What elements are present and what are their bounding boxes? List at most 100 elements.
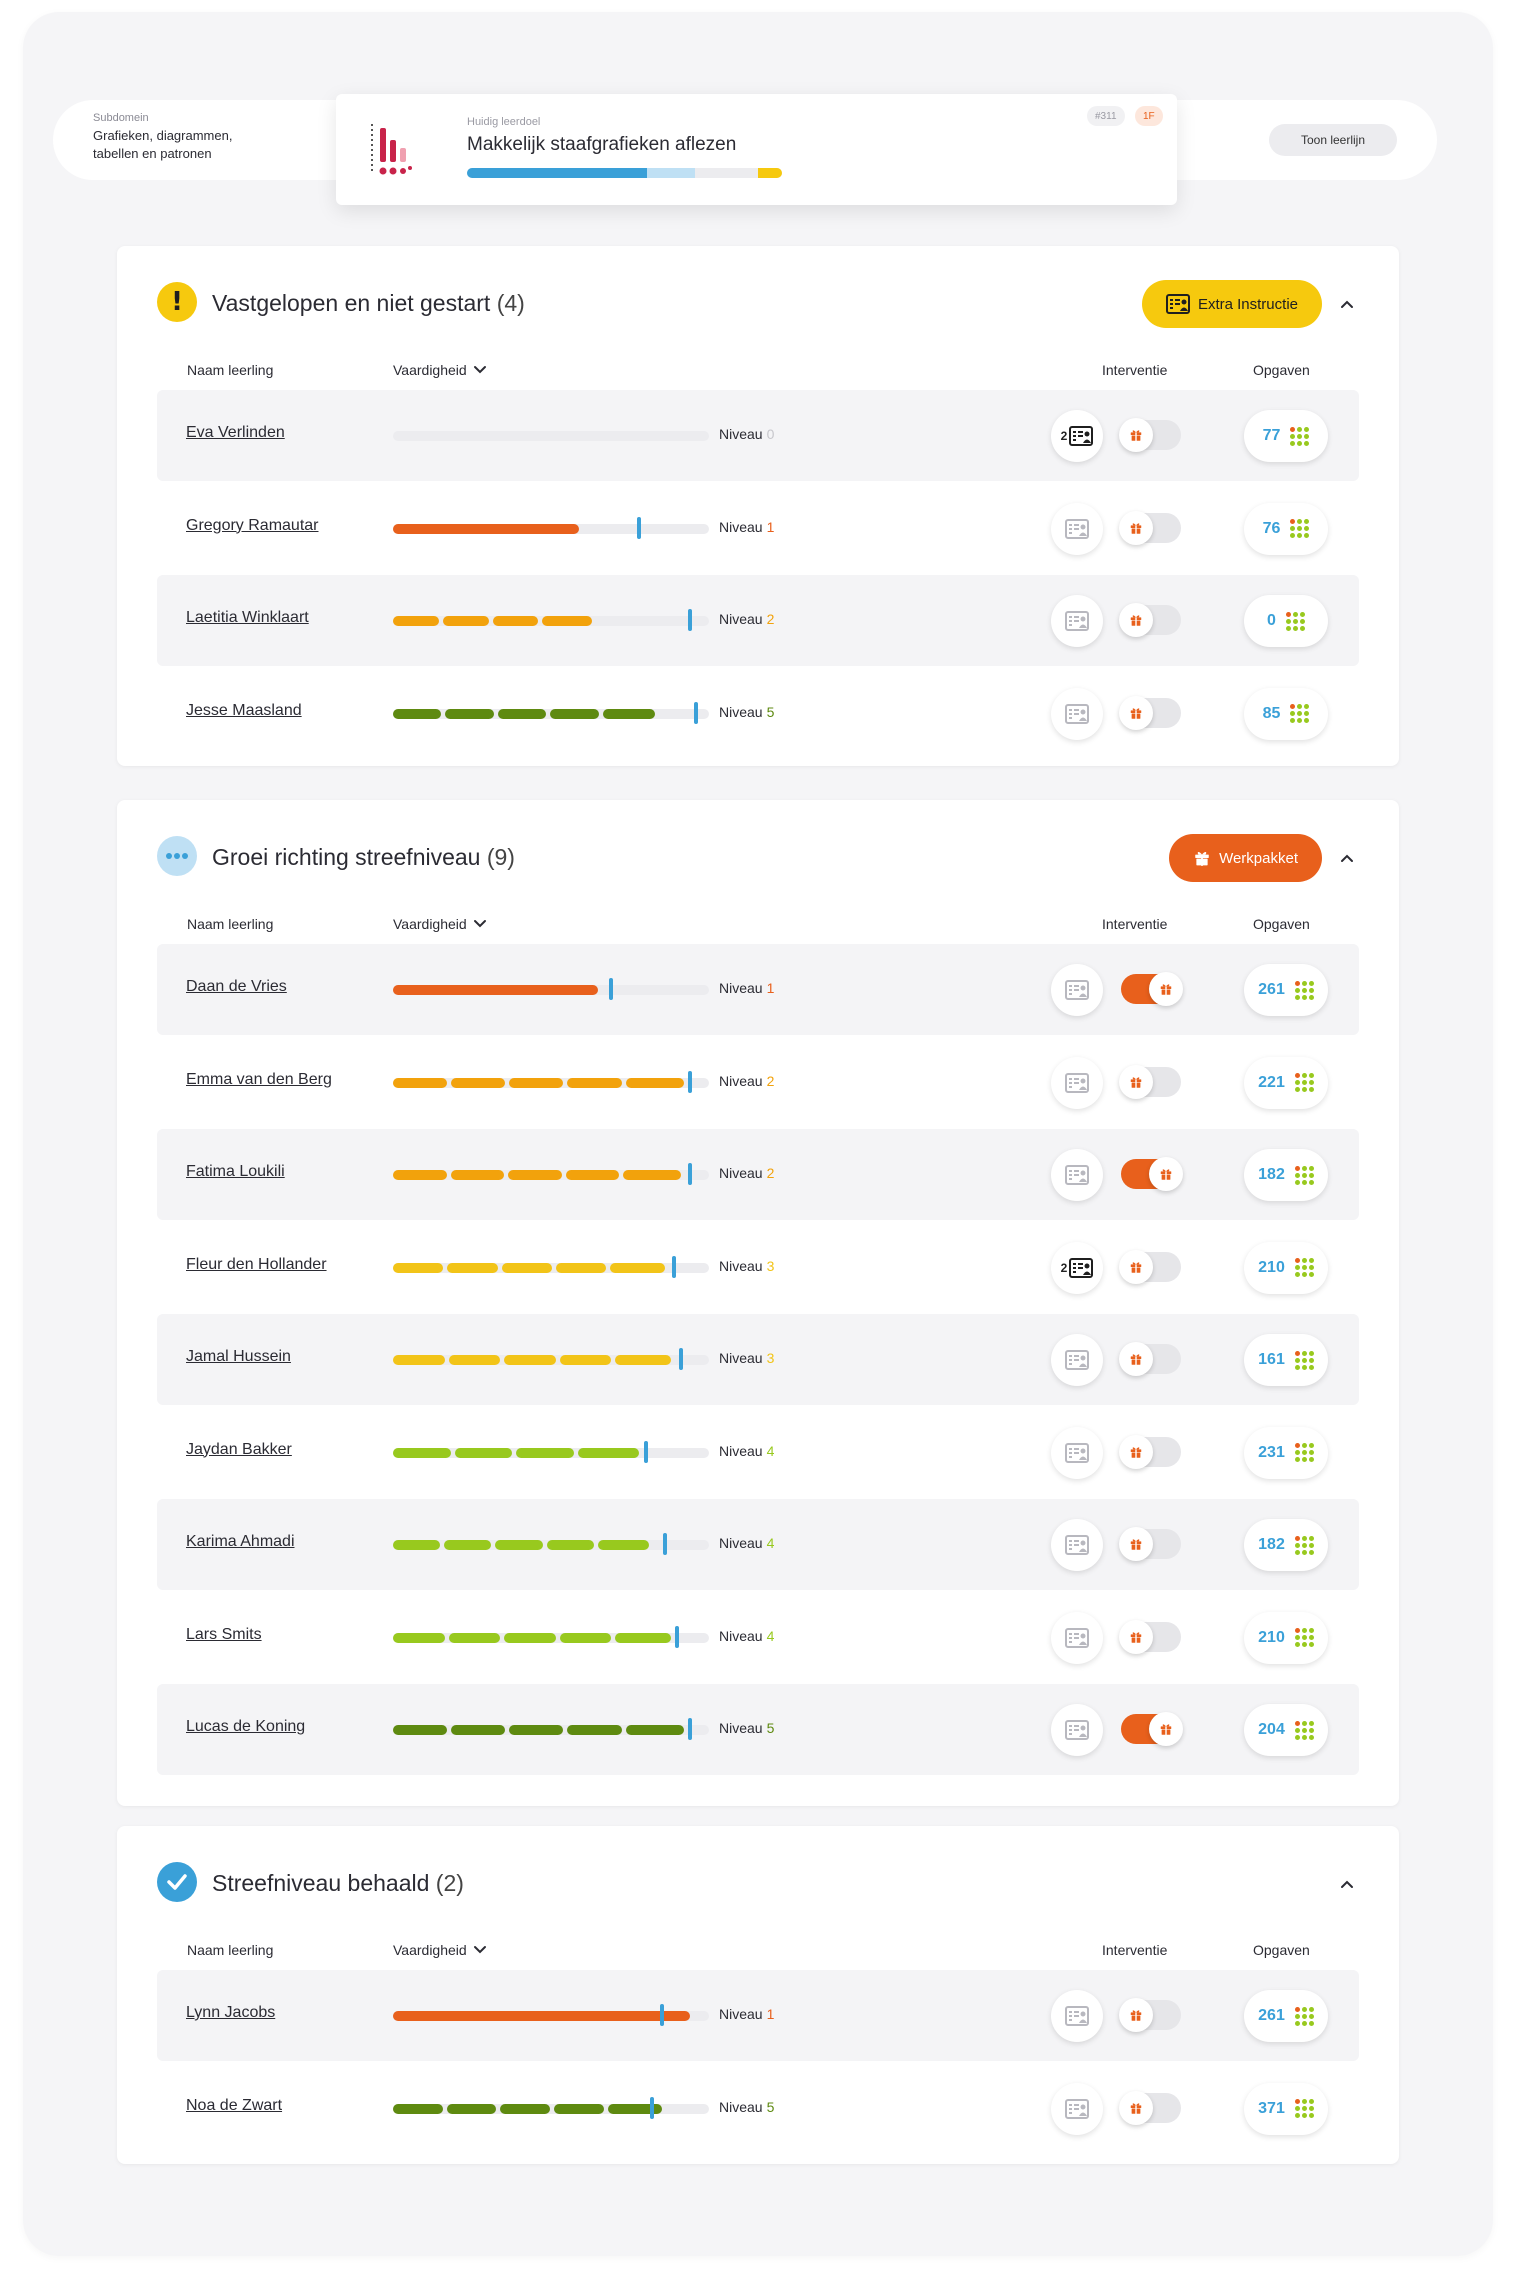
intervention-button[interactable]: [1051, 1990, 1103, 2042]
tasks-button[interactable]: 261: [1244, 1990, 1328, 2042]
work-package-toggle[interactable]: [1119, 1998, 1181, 2032]
intervention-button[interactable]: 2: [1051, 1241, 1103, 1294]
student-row: Emma van den Berg Niveau 2 221: [157, 1037, 1359, 1128]
student-name-link[interactable]: Jesse Maasland: [186, 702, 302, 720]
level-word: Niveau: [719, 1350, 763, 1366]
extra-instruction-button[interactable]: Extra Instructie: [1141, 280, 1322, 328]
gift-icon: [1130, 2102, 1142, 2114]
student-name-link[interactable]: Emma van den Berg: [186, 1071, 332, 1089]
intervention-button[interactable]: [1051, 595, 1103, 647]
student-name-link[interactable]: Daan de Vries: [186, 978, 287, 996]
intervention-button[interactable]: [1051, 964, 1103, 1016]
toggle-knob: [1119, 2090, 1153, 2125]
work-package-toggle[interactable]: [1121, 972, 1183, 1006]
tasks-button[interactable]: 221: [1244, 1056, 1328, 1109]
collapse-button[interactable]: [1335, 292, 1359, 316]
section-title: Groei richting streefniveau (9): [212, 844, 515, 871]
work-package-toggle[interactable]: [1119, 418, 1181, 452]
show-learning-line-button[interactable]: Toon leerlijn: [1269, 124, 1397, 156]
intervention-button[interactable]: [1051, 1519, 1103, 1571]
intervention-button[interactable]: [1051, 502, 1103, 555]
level-label: Niveau 1: [719, 980, 774, 996]
tasks-button[interactable]: 76: [1244, 502, 1328, 555]
work-package-toggle[interactable]: [1119, 510, 1181, 545]
work-package-toggle[interactable]: [1119, 1249, 1181, 1284]
work-package-toggle[interactable]: [1119, 1434, 1181, 1469]
column-skill-header[interactable]: Vaardigheid: [393, 1942, 487, 1958]
work-package-toggle[interactable]: [1121, 1712, 1183, 1746]
skill-segment: [393, 1447, 451, 1458]
tasks-button[interactable]: 371: [1244, 2082, 1328, 2135]
current-goal-card: Huidig leerdoel Makkelijk staafgrafieken…: [336, 94, 1177, 205]
skill-progress-bar: [393, 431, 709, 441]
tasks-button[interactable]: 210: [1244, 1611, 1328, 1664]
tasks-count: 261: [1258, 2007, 1285, 2024]
task-dots-icon: [1290, 426, 1310, 446]
skill-segment: [577, 1447, 640, 1458]
student-name-link[interactable]: Noa de Zwart: [186, 2097, 282, 2115]
student-name-link[interactable]: Jamal Hussein: [186, 1348, 291, 1366]
work-package-toggle[interactable]: [1119, 2090, 1181, 2125]
work-package-toggle[interactable]: [1119, 1342, 1181, 1376]
student-name-link[interactable]: Lucas de Koning: [186, 1718, 305, 1736]
intervention-button[interactable]: [1051, 2082, 1103, 2135]
intervention-button[interactable]: [1051, 1056, 1103, 1109]
instruction-icon: [1065, 1350, 1089, 1370]
collapse-button[interactable]: [1335, 1872, 1359, 1896]
tasks-button[interactable]: 261: [1244, 964, 1328, 1016]
skill-progress-bar: [393, 1718, 709, 1740]
tasks-button[interactable]: 182: [1244, 1149, 1328, 1201]
tasks-button[interactable]: 77: [1244, 410, 1328, 462]
collapse-button[interactable]: [1335, 846, 1359, 870]
level-number: 2: [766, 1165, 775, 1181]
chevron-down-icon: [473, 1946, 486, 1954]
student-name-link[interactable]: Lars Smits: [186, 1626, 262, 1644]
work-package-toggle[interactable]: [1119, 695, 1181, 730]
tasks-button[interactable]: 204: [1244, 1704, 1328, 1756]
student-name-link[interactable]: Fatima Loukili: [186, 1163, 285, 1181]
work-package-toggle[interactable]: [1119, 1527, 1181, 1561]
work-package-toggle[interactable]: [1119, 1064, 1181, 1099]
skill-segment: [623, 1170, 681, 1180]
tasks-button[interactable]: 161: [1244, 1334, 1328, 1386]
student-name-link[interactable]: Jaydan Bakker: [186, 1441, 292, 1459]
target-marker: [643, 1440, 648, 1463]
intervention-button[interactable]: [1051, 1611, 1103, 1664]
student-row: Lucas de Koning Niveau 5 204: [157, 1684, 1359, 1775]
chevron-up-icon: [1341, 300, 1353, 308]
student-name-link[interactable]: Lynn Jacobs: [186, 2004, 275, 2022]
student-name-link[interactable]: Karima Ahmadi: [186, 1533, 295, 1551]
column-skill-header[interactable]: Vaardigheid: [393, 362, 487, 378]
skill-segment: [393, 1077, 448, 1088]
level-number: 2: [766, 1072, 775, 1089]
tasks-button[interactable]: 0: [1244, 595, 1328, 647]
section-growing: Groei richting streefniveau (9) Werkpakk…: [117, 800, 1399, 1806]
toggle-knob: [1149, 1157, 1183, 1191]
intervention-button[interactable]: [1051, 1704, 1103, 1756]
intervention-button[interactable]: 2: [1051, 410, 1103, 462]
task-dots-icon: [1294, 1628, 1314, 1647]
target-marker: [688, 1163, 693, 1185]
column-skill-header[interactable]: Vaardigheid: [393, 916, 487, 932]
student-name-link[interactable]: Eva Verlinden: [186, 424, 285, 442]
more-dots-icon: [157, 836, 197, 876]
tasks-button[interactable]: 85: [1244, 687, 1328, 740]
tasks-button[interactable]: 210: [1244, 1241, 1328, 1294]
skill-segment: [509, 1725, 564, 1735]
work-package-toggle[interactable]: [1121, 1157, 1183, 1191]
work-package-button[interactable]: Werkpakket: [1169, 834, 1322, 882]
student-row: Jamal Hussein Niveau 3 161: [157, 1314, 1359, 1405]
student-name-link[interactable]: Gregory Ramautar: [186, 517, 319, 535]
level-number: 5: [766, 2098, 775, 2115]
intervention-button[interactable]: [1051, 1334, 1103, 1386]
intervention-button[interactable]: [1051, 1149, 1103, 1201]
tasks-button[interactable]: 182: [1244, 1519, 1328, 1571]
student-name-link[interactable]: Laetitia Winklaart: [186, 609, 309, 627]
work-package-toggle[interactable]: [1119, 603, 1181, 637]
intervention-button[interactable]: [1051, 687, 1103, 740]
tasks-button[interactable]: 231: [1244, 1426, 1328, 1479]
work-package-toggle[interactable]: [1119, 1619, 1181, 1654]
intervention-button[interactable]: [1051, 1426, 1103, 1479]
student-name-link[interactable]: Fleur den Hollander: [186, 1256, 327, 1274]
toggle-knob: [1119, 1064, 1153, 1099]
